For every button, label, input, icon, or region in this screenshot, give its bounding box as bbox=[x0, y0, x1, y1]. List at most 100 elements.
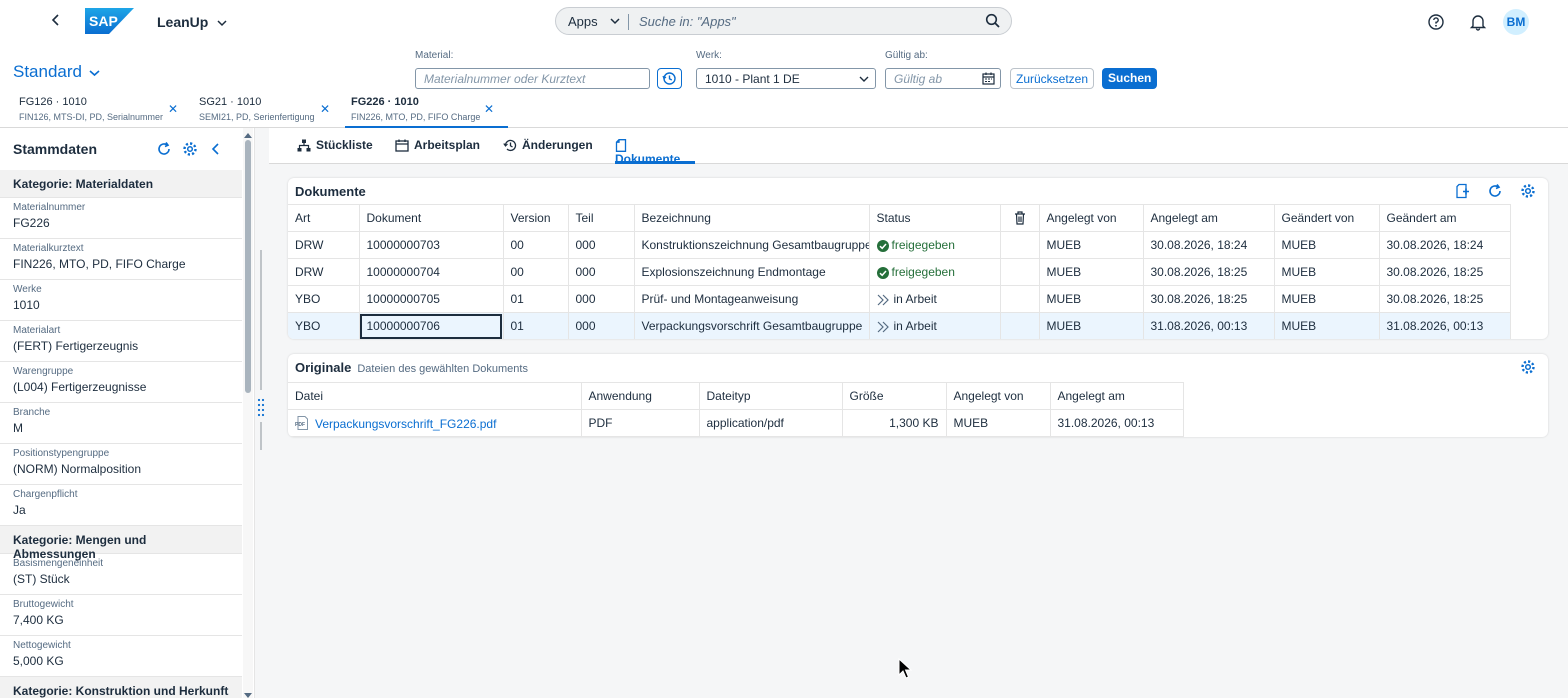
tab-stueckliste[interactable]: Stückliste bbox=[297, 138, 373, 164]
col-teil[interactable]: Teil bbox=[568, 204, 635, 232]
object-tab-fg126[interactable]: FG126 · 1010 FIN126, MTS-DI, PD, Serialn… bbox=[13, 96, 183, 128]
gueltig-label: Gültig ab: bbox=[885, 50, 928, 61]
gear-icon[interactable] bbox=[182, 141, 198, 157]
col-bezeichnung[interactable]: Bezeichnung bbox=[634, 204, 870, 232]
cell-geaendert-am: 30.08.2026, 18:25 bbox=[1379, 258, 1511, 286]
object-tab-title: FG226 · 1010 bbox=[351, 96, 419, 108]
bell-icon[interactable] bbox=[1469, 13, 1487, 31]
global-search[interactable]: Apps Suche in: "Apps" bbox=[555, 7, 1012, 35]
add-document-icon[interactable] bbox=[1454, 183, 1470, 199]
col-delete[interactable] bbox=[1000, 204, 1040, 232]
table-row[interactable]: YBO 10000000705 01 000 Prüf- und Montageanwe… bbox=[288, 285, 1511, 313]
chevron-down-icon bbox=[859, 73, 869, 87]
cell-angelegt-von: MUEB bbox=[946, 409, 1051, 437]
tab-dokumente[interactable]: Dokumente bbox=[615, 138, 695, 166]
in-progress-icon bbox=[877, 319, 894, 333]
field-value: 7,400 KG bbox=[13, 613, 64, 627]
history-button[interactable] bbox=[657, 68, 682, 89]
scroll-down-icon[interactable] bbox=[244, 689, 252, 698]
collapse-icon[interactable] bbox=[208, 141, 224, 157]
cell-status: freigegeben bbox=[869, 258, 1001, 286]
close-icon[interactable]: ✕ bbox=[484, 102, 494, 116]
gueltig-placeholder: Gültig ab bbox=[894, 72, 943, 86]
app-title[interactable]: LeanUp bbox=[157, 14, 227, 30]
table-row[interactable]: PDF Verpackungsvorschrift_FG226.pdf PDF app… bbox=[288, 409, 1184, 437]
scrollbar-thumb[interactable] bbox=[245, 140, 251, 393]
col-dokument[interactable]: Dokument bbox=[359, 204, 504, 232]
cell-angelegt-am: 30.08.2026, 18:25 bbox=[1143, 258, 1275, 286]
refresh-icon[interactable] bbox=[1487, 183, 1503, 199]
checkmark-icon bbox=[876, 238, 892, 252]
sidebar-scrollbar[interactable] bbox=[243, 128, 253, 698]
reset-button[interactable]: Zurücksetzen bbox=[1010, 68, 1095, 89]
col-status[interactable]: Status bbox=[869, 204, 1001, 232]
search-input[interactable]: Suche in: "Apps" bbox=[639, 14, 736, 29]
calendar-icon[interactable] bbox=[982, 72, 995, 88]
col-geaendert-von[interactable]: Geändert von bbox=[1274, 204, 1380, 232]
sidebar-field: Nettogewicht 5,000 KG bbox=[0, 636, 242, 677]
object-tab-fg226[interactable]: FG226 · 1010 FIN226, MTO, PD, FIFO Charg… bbox=[345, 96, 508, 128]
sidebar-field: Positionstypengruppe (NORM) Normalpositio… bbox=[0, 444, 242, 485]
help-icon[interactable] bbox=[1427, 13, 1445, 31]
gear-icon[interactable] bbox=[1520, 183, 1536, 199]
trash-icon[interactable] bbox=[1014, 210, 1026, 225]
col-angelegt-am[interactable]: Angelegt am bbox=[1050, 382, 1184, 410]
field-label: Werke bbox=[13, 284, 42, 295]
tab-label: Änderungen bbox=[522, 138, 593, 152]
avatar[interactable]: BM bbox=[1503, 9, 1529, 35]
main-content: Stückliste Arbeitsplan Änderungen Dokume… bbox=[269, 128, 1568, 698]
col-angelegt-am[interactable]: Angelegt am bbox=[1143, 204, 1275, 232]
hierarchy-icon bbox=[297, 139, 311, 152]
gear-icon[interactable] bbox=[1520, 359, 1536, 375]
originale-subtitle: Dateien des gewählten Dokuments bbox=[357, 363, 528, 375]
close-icon[interactable]: ✕ bbox=[320, 102, 330, 116]
table-row[interactable]: DRW 10000000704 00 000 Explosionszeichnung E… bbox=[288, 258, 1511, 286]
originale-table: Datei Anwendung Dateityp Größe Angelegt … bbox=[288, 382, 1184, 437]
field-label: Chargenpflicht bbox=[13, 489, 78, 500]
table-row[interactable]: DRW 10000000703 00 000 Konstruktionszeichnun… bbox=[288, 231, 1511, 259]
col-geaendert-am[interactable]: Geändert am bbox=[1379, 204, 1511, 232]
tab-arbeitsplan[interactable]: Arbeitsplan bbox=[395, 138, 480, 164]
originale-title: Originale Dateien des gewählten Dokuments bbox=[295, 360, 528, 375]
cell-teil: 000 bbox=[568, 231, 635, 259]
gueltig-date-input[interactable]: Gültig ab bbox=[885, 68, 1001, 89]
cell-geaendert-von: MUEB bbox=[1274, 231, 1380, 259]
col-angelegt-von[interactable]: Angelegt von bbox=[946, 382, 1051, 410]
search-scope-select[interactable]: Apps bbox=[568, 14, 598, 29]
object-tab-sg21[interactable]: SG21 · 1010 SEMI21, PD, Serienfertigung … bbox=[193, 96, 333, 128]
sap-logo[interactable]: SAP bbox=[85, 8, 134, 34]
col-anwendung[interactable]: Anwendung bbox=[581, 382, 700, 410]
chevron-down-icon[interactable] bbox=[610, 13, 620, 32]
back-icon[interactable] bbox=[50, 12, 66, 32]
in-progress-icon bbox=[877, 292, 894, 306]
cell-angelegt-von: MUEB bbox=[1039, 231, 1144, 259]
cell-art: YBO bbox=[288, 312, 360, 339]
cell-delete bbox=[1000, 231, 1040, 259]
cell-version: 00 bbox=[503, 258, 569, 286]
search-button[interactable]: Suchen bbox=[1102, 68, 1158, 89]
sidebar-category: Kategorie: Konstruktion und Herkunft bbox=[0, 677, 242, 698]
close-icon[interactable]: ✕ bbox=[168, 102, 178, 116]
tab-aenderungen[interactable]: Änderungen bbox=[503, 138, 593, 164]
werk-select[interactable]: 1010 - Plant 1 DE bbox=[696, 68, 876, 89]
col-version[interactable]: Version bbox=[503, 204, 569, 232]
col-art[interactable]: Art bbox=[288, 204, 360, 232]
table-row[interactable]: YBO 10000000706 01 000 Verpackungsvorschrift… bbox=[288, 312, 1511, 339]
refresh-icon[interactable] bbox=[156, 141, 172, 157]
cell-angelegt-am: 31.08.2026, 00:13 bbox=[1143, 312, 1275, 339]
sidebar-field: Materialart (FERT) Fertigerzeugnis bbox=[0, 321, 242, 362]
col-groesse[interactable]: Größe bbox=[842, 382, 947, 410]
material-input[interactable]: Materialnummer oder Kurztext bbox=[415, 68, 650, 89]
cell-dokument: 10000000706 bbox=[359, 312, 504, 339]
file-link[interactable]: Verpackungsvorschrift_FG226.pdf bbox=[315, 417, 496, 431]
col-dateityp[interactable]: Dateityp bbox=[699, 382, 843, 410]
search-icon[interactable] bbox=[985, 13, 1001, 29]
variant-selector[interactable]: Standard bbox=[13, 62, 100, 82]
col-datei[interactable]: Datei bbox=[288, 382, 582, 410]
cell-art: DRW bbox=[288, 258, 360, 286]
panel-splitter[interactable] bbox=[257, 250, 265, 450]
field-label: Branche bbox=[13, 407, 51, 418]
col-angelegt-von[interactable]: Angelegt von bbox=[1039, 204, 1144, 232]
field-value: Ja bbox=[13, 503, 26, 517]
cell-groesse: 1,300 KB bbox=[842, 409, 947, 437]
